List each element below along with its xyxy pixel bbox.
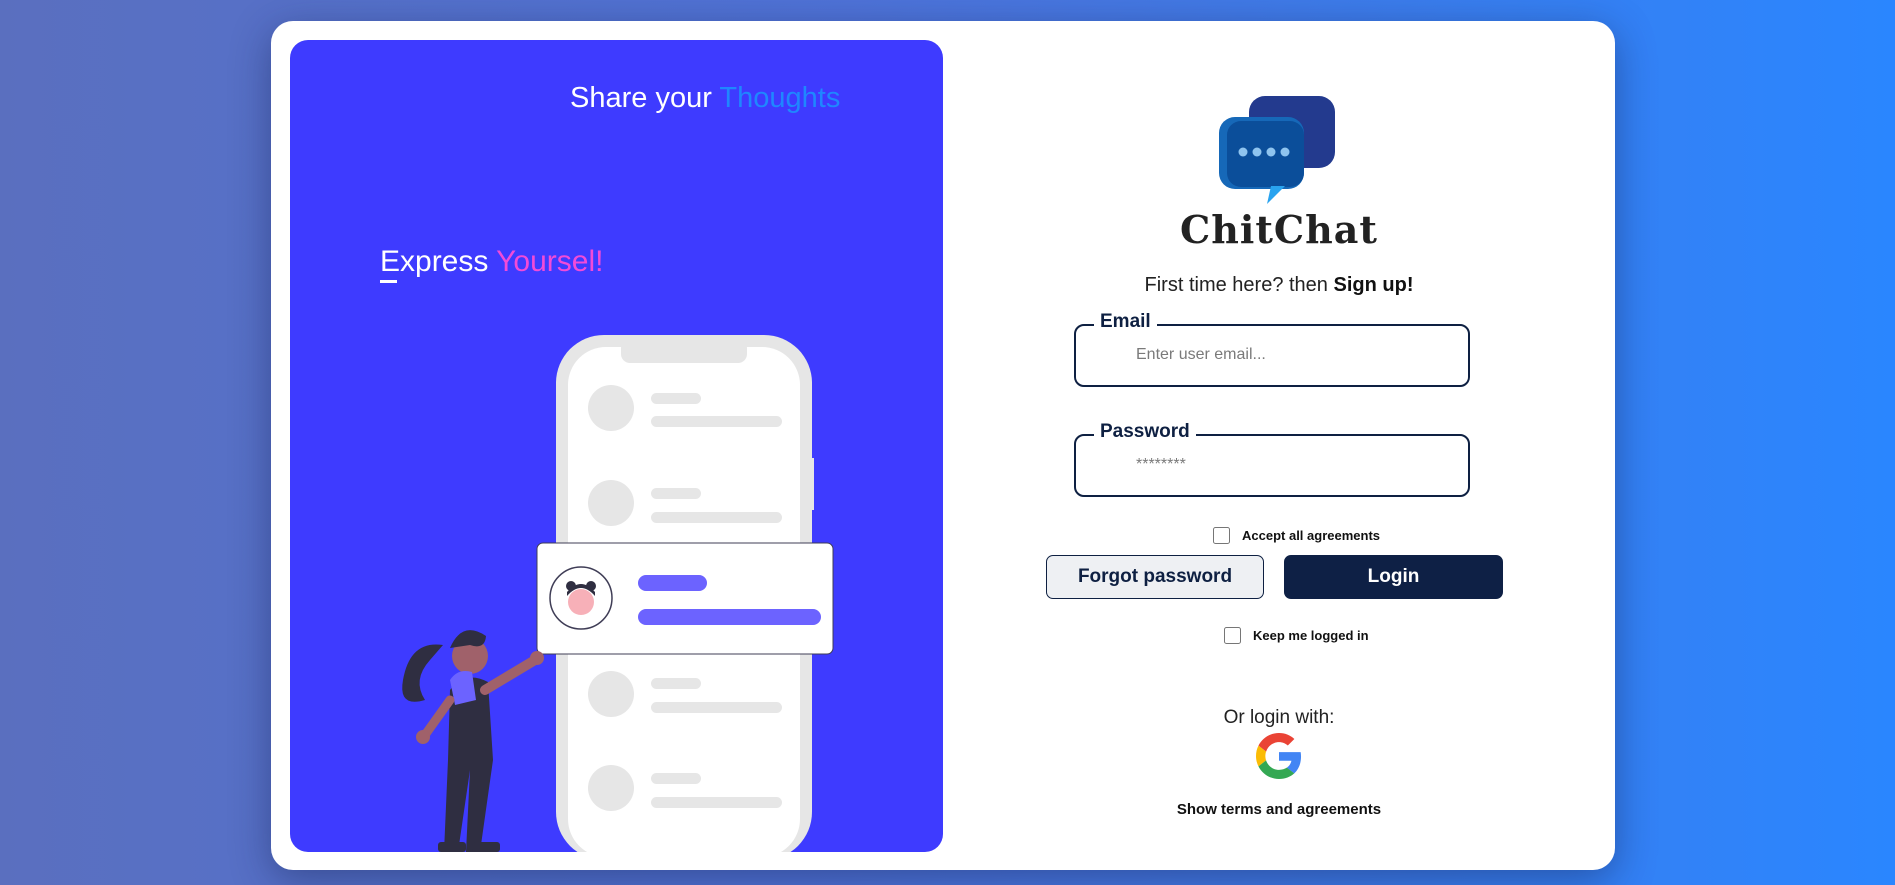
forgot-password-button[interactable]: Forgot password bbox=[1046, 555, 1264, 599]
list-avatar bbox=[588, 480, 634, 526]
login-panel: ChitChat First time here? then Sign up! … bbox=[943, 21, 1615, 870]
terms-link[interactable]: Show terms and agreements bbox=[943, 801, 1615, 818]
password-label: Password bbox=[1094, 421, 1196, 443]
keep-logged-in-row: Keep me logged in bbox=[1224, 627, 1369, 644]
google-icon[interactable] bbox=[1256, 733, 1302, 779]
login-card: Share your Thoughts Express Yoursel! Chi… bbox=[271, 21, 1615, 870]
email-label: Email bbox=[1094, 311, 1157, 333]
list-line bbox=[651, 702, 782, 713]
signup-link[interactable]: Sign up! bbox=[1334, 274, 1414, 296]
woman-figure bbox=[402, 630, 544, 852]
list-line bbox=[651, 488, 701, 499]
highlight-line bbox=[638, 609, 821, 625]
brand-name: ChitChat bbox=[1180, 207, 1378, 252]
phone-illustration bbox=[402, 335, 834, 852]
accept-agreements-checkbox[interactable] bbox=[1213, 527, 1230, 544]
list-line bbox=[651, 393, 701, 404]
phone-side-button bbox=[810, 458, 814, 510]
list-avatar bbox=[588, 765, 634, 811]
highlight-line bbox=[638, 575, 707, 591]
chat-bubbles-icon bbox=[1219, 96, 1335, 204]
login-button[interactable]: Login bbox=[1284, 555, 1503, 599]
accept-agreements-label: Accept all agreements bbox=[1242, 528, 1381, 543]
signup-prefix: First time here? then bbox=[1144, 274, 1328, 296]
list-avatar bbox=[588, 671, 634, 717]
keep-logged-in-checkbox[interactable] bbox=[1224, 627, 1241, 644]
list-line bbox=[651, 416, 782, 427]
list-line bbox=[651, 797, 782, 808]
password-input[interactable] bbox=[1136, 450, 1456, 480]
list-line bbox=[651, 678, 701, 689]
keep-logged-in-label: Keep me logged in bbox=[1253, 628, 1369, 643]
signup-prompt: First time here? then Sign up! bbox=[943, 274, 1615, 297]
list-line bbox=[651, 512, 782, 523]
hero-panel: Share your Thoughts Express Yoursel! bbox=[290, 40, 943, 852]
password-field: Password bbox=[1074, 421, 1470, 497]
phone-notch bbox=[621, 339, 747, 363]
accept-agreements-row: Accept all agreements bbox=[1213, 527, 1380, 544]
list-avatar bbox=[588, 385, 634, 431]
email-field: Email bbox=[1074, 311, 1470, 387]
email-input[interactable] bbox=[1136, 340, 1456, 370]
or-login-label: Or login with: bbox=[1223, 707, 1335, 728]
list-line bbox=[651, 773, 701, 784]
